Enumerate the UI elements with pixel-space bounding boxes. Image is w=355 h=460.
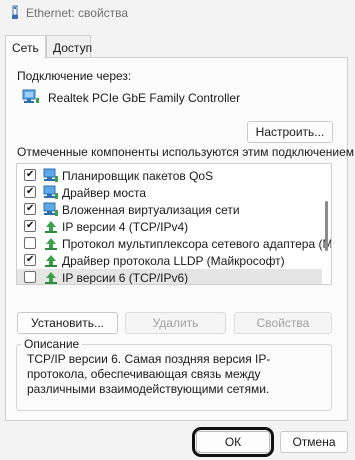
list-item-label: Драйвер протокола LLDP (Майкрософт)	[62, 254, 285, 268]
components-list[interactable]: Планировщик пакетов QoS Драйвер моста Вл…	[16, 163, 332, 285]
adapter-name: Realtek PCIe GbE Family Controller	[48, 91, 241, 105]
checkbox[interactable]	[24, 271, 36, 283]
protocol-icon	[45, 272, 57, 284]
list-item-label: IP версии 4 (TCP/IPv4)	[62, 220, 189, 234]
description-text: TCP/IP версии 6. Самая поздняя версия IP…	[27, 352, 271, 396]
protocol-icon	[45, 238, 57, 250]
tab-strip: Сеть Доступ	[0, 35, 355, 59]
network-adapter-icon	[12, 5, 18, 19]
checkbox[interactable]	[24, 220, 36, 232]
install-button[interactable]: Установить...	[17, 312, 118, 334]
tab-network[interactable]: Сеть	[5, 35, 46, 59]
network-client-icon	[43, 168, 58, 182]
list-item-label: Планировщик пакетов QoS	[62, 169, 214, 183]
cancel-button[interactable]: Отмена	[280, 431, 348, 453]
list-item[interactable]: Драйвер протокола LLDP (Майкрософт)	[17, 252, 322, 269]
checkbox[interactable]	[24, 169, 36, 181]
list-item-label: Вложенная виртуализация сети	[62, 203, 240, 217]
protocol-icon	[45, 255, 57, 267]
protocol-icon	[45, 221, 57, 233]
list-item-label: Протокол мультиплексора сетевого адаптер…	[62, 237, 332, 251]
connect-using-label: Подключение через:	[17, 69, 132, 83]
title-bar: Ethernet: свойства	[0, 0, 355, 28]
components-label: Отмеченные компоненты используются этим …	[17, 145, 355, 159]
list-item[interactable]: Протокол мультиплексора сетевого адаптер…	[17, 235, 331, 252]
remove-button[interactable]: Удалить	[125, 312, 226, 334]
list-item[interactable]: Драйвер моста	[17, 184, 322, 201]
ok-button[interactable]: ОК	[196, 431, 270, 453]
network-client-icon	[43, 185, 58, 199]
network-adapter-monitor-icon	[22, 89, 39, 103]
description-label: Описание	[21, 337, 83, 351]
checkbox[interactable]	[24, 203, 36, 215]
list-scrollbar[interactable]	[325, 201, 328, 251]
checkbox[interactable]	[24, 237, 36, 249]
checkbox[interactable]	[24, 254, 36, 266]
network-client-icon	[43, 202, 58, 216]
list-item[interactable]: Планировщик пакетов QoS	[17, 167, 322, 184]
configure-button[interactable]: Настроить...	[247, 121, 333, 143]
list-item-label: Драйвер моста	[62, 186, 147, 200]
tab-sharing[interactable]: Доступ	[46, 35, 92, 58]
list-item[interactable]: Вложенная виртуализация сети	[17, 201, 322, 218]
list-item[interactable]: IP версии 4 (TCP/IPv4)	[17, 218, 322, 235]
properties-button[interactable]: Свойства	[234, 312, 332, 334]
checkbox[interactable]	[24, 186, 36, 198]
window-title: Ethernet: свойства	[26, 6, 129, 20]
list-item-label: IP версии 6 (TCP/IPv6)	[62, 271, 189, 285]
list-item[interactable]: IP версии 6 (TCP/IPv6)	[17, 269, 322, 285]
